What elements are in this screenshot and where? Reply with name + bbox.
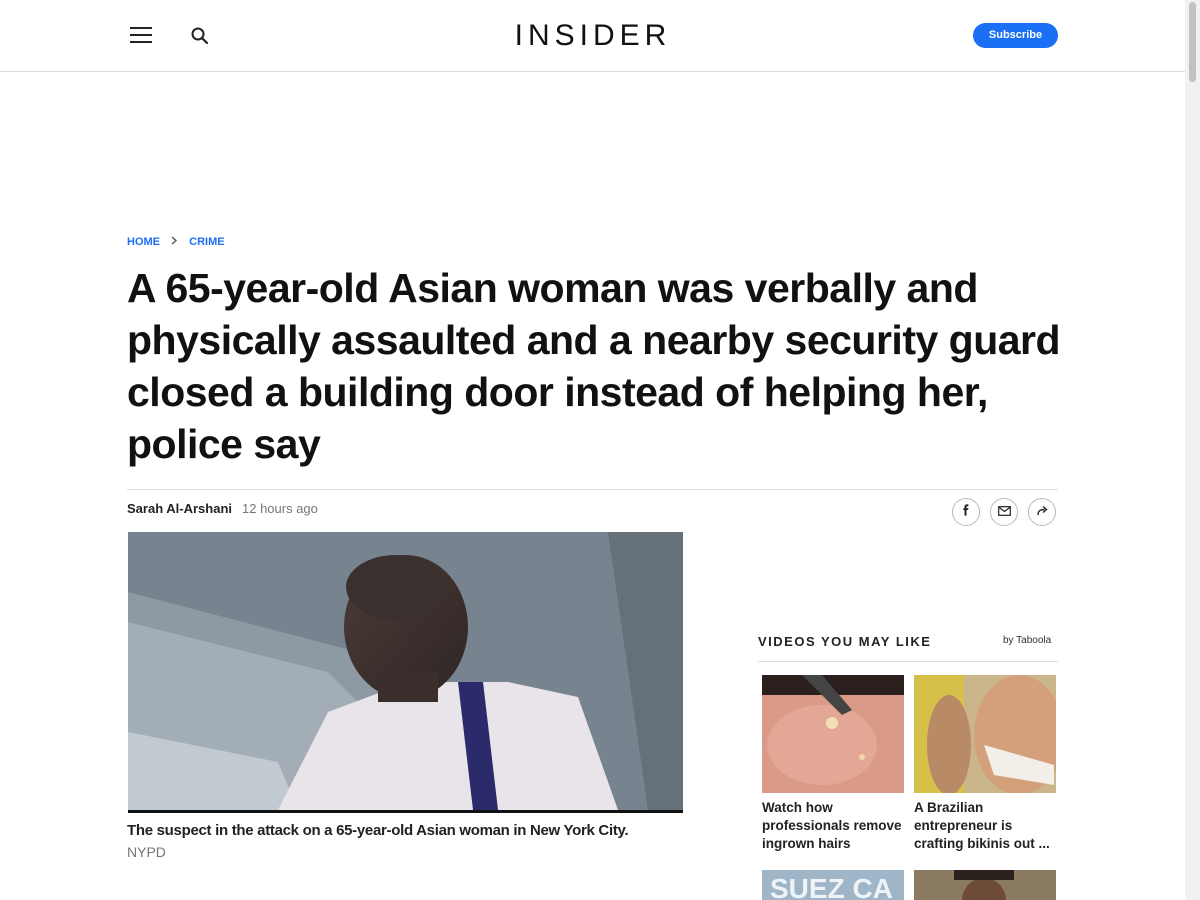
breadcrumb-section[interactable]: CRIME (189, 236, 224, 248)
byline-divider (127, 489, 1058, 490)
video-title-1[interactable]: Watch how professionals remove ingrown h… (762, 799, 907, 853)
breadcrumb-home[interactable]: HOME (127, 236, 160, 248)
more-share-button[interactable] (1028, 498, 1056, 526)
mail-icon (997, 503, 1011, 521)
taboola-attribution[interactable]: by Taboola (1003, 635, 1051, 646)
article-hero-image (128, 532, 683, 813)
video-thumbnail-1[interactable] (762, 675, 904, 793)
chevron-right-icon (171, 236, 178, 248)
menu-icon[interactable] (130, 27, 152, 43)
video-thumbnail-4[interactable] (914, 870, 1056, 900)
image-caption: The suspect in the attack on a 65-year-o… (127, 822, 629, 839)
page-scrollbar[interactable] (1185, 0, 1200, 900)
videos-section-title: VIDEOS YOU MAY LIKE (758, 634, 932, 649)
scrollbar-thumb[interactable] (1189, 2, 1196, 82)
facebook-share-button[interactable] (952, 498, 980, 526)
video-thumbnail-2[interactable] (914, 675, 1056, 793)
video-title-2[interactable]: A Brazilian entrepreneur is crafting bik… (914, 799, 1059, 853)
image-credit: NYPD (127, 844, 166, 860)
suspect-photo (128, 532, 683, 810)
email-share-button[interactable] (990, 498, 1018, 526)
site-logo[interactable]: INSIDER (508, 18, 678, 54)
publish-time: 12 hours ago (242, 501, 318, 516)
article-headline: A 65-year-old Asian woman was verbally a… (127, 265, 1061, 467)
video-thumbnail-3-text: SUEZ CA (770, 873, 893, 900)
share-arrow-icon (1036, 503, 1048, 521)
video-thumbnail-3[interactable]: SUEZ CA (762, 870, 904, 900)
site-header: INSIDER Subscribe (0, 0, 1185, 72)
author-name[interactable]: Sarah Al-Arshani (127, 501, 232, 516)
subscribe-button[interactable]: Subscribe (973, 23, 1058, 48)
breadcrumb: HOME CRIME (127, 236, 225, 248)
videos-divider (758, 661, 1058, 662)
search-icon[interactable] (190, 26, 210, 46)
facebook-icon (960, 503, 972, 521)
